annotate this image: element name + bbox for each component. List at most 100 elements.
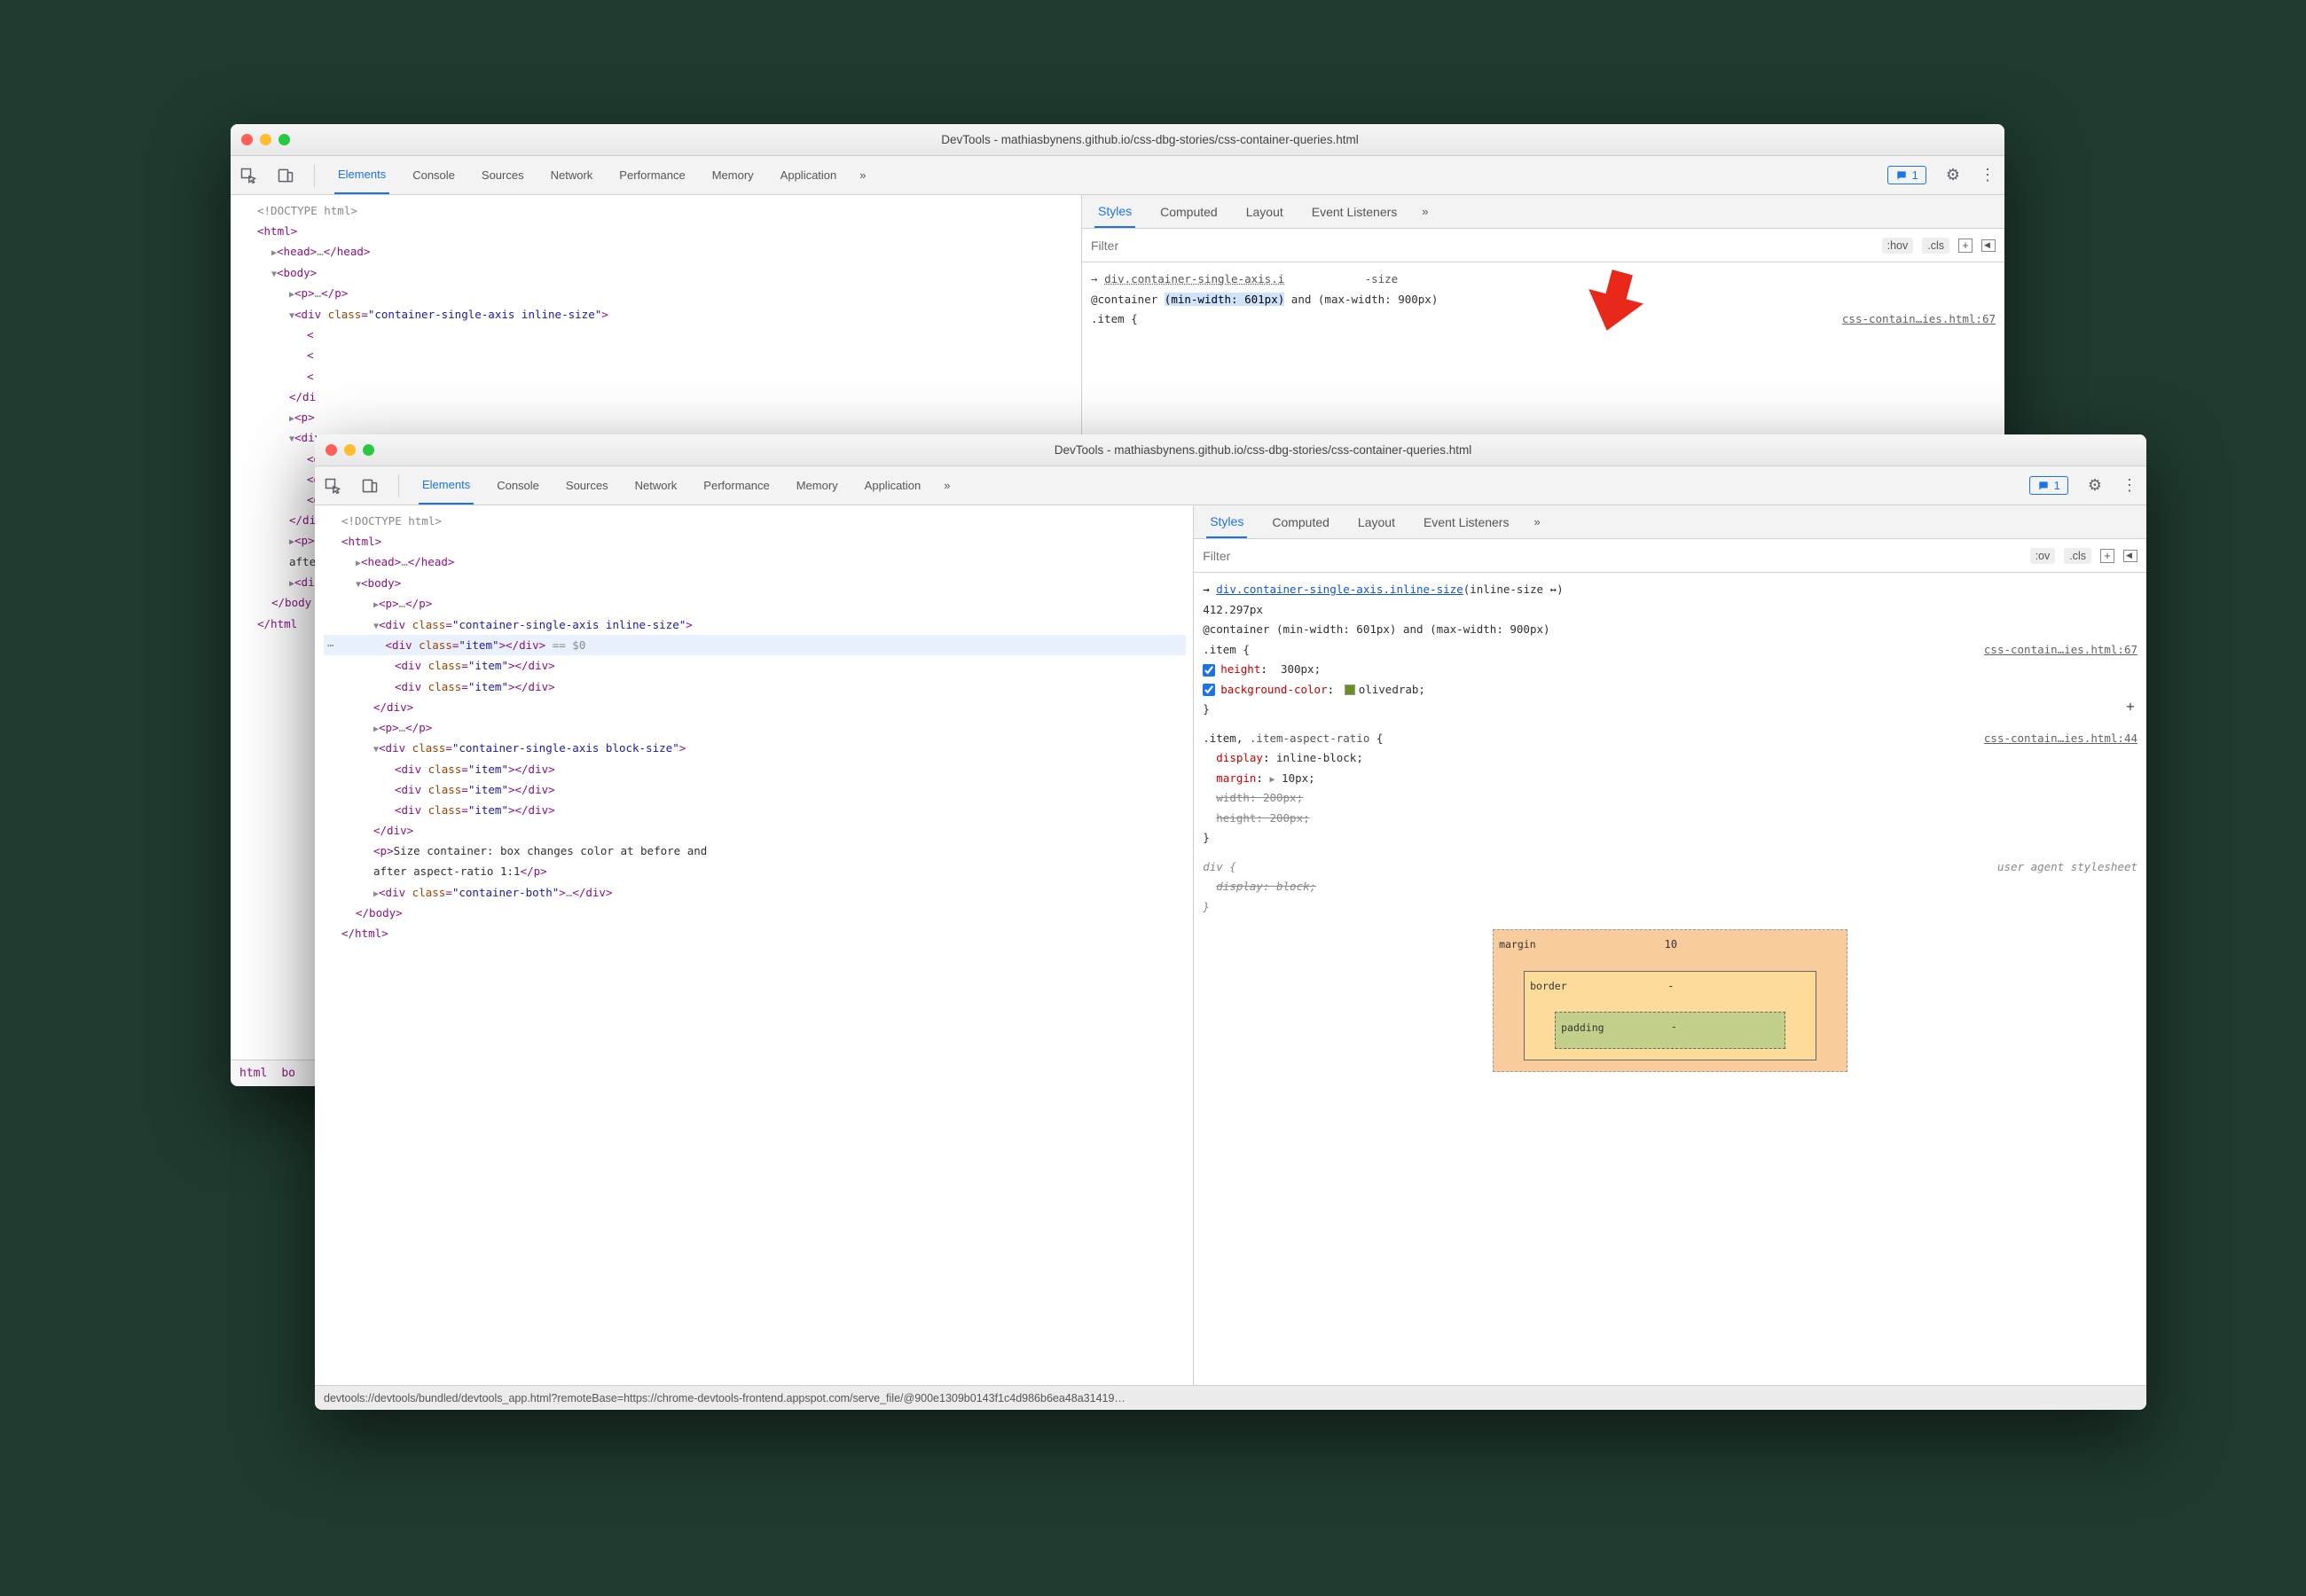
tab-application[interactable]: Application (777, 156, 841, 194)
subtab-computed[interactable]: Computed (1268, 505, 1333, 538)
traffic-lights (326, 444, 374, 456)
subtabs-overflow-icon[interactable]: » (1422, 205, 1428, 218)
prop-background-color[interactable]: background-color: olivedrab; (1203, 680, 2137, 700)
new-rule-icon[interactable]: + (2100, 549, 2114, 563)
subtab-styles[interactable]: Styles (1094, 195, 1135, 228)
issues-badge[interactable]: 1 (1887, 166, 1926, 184)
hov-button[interactable]: :hov (1882, 238, 1914, 254)
container-query: @container (min-width: 601px) and (max-w… (1203, 620, 2137, 640)
devtools-window-front: DevTools - mathiasbynens.github.io/css-d… (315, 434, 2146, 1410)
breadcrumb-body[interactable]: bo (281, 1067, 295, 1080)
minimize-icon[interactable] (260, 134, 271, 145)
breadcrumb-html[interactable]: html (239, 1067, 267, 1080)
device-icon[interactable] (361, 477, 379, 495)
subtabs-overflow-icon[interactable]: » (1533, 515, 1540, 528)
minimize-icon[interactable] (344, 444, 356, 456)
inspect-icon[interactable] (239, 167, 257, 184)
gear-icon[interactable]: ⚙ (1946, 166, 1960, 184)
gear-icon[interactable]: ⚙ (2088, 476, 2102, 495)
head-tag[interactable]: <head> (361, 555, 401, 568)
subtab-layout[interactable]: Layout (1243, 195, 1287, 228)
box-padding-label: padding (1561, 1019, 1604, 1037)
tab-sources[interactable]: Sources (562, 466, 612, 505)
body-tag[interactable]: <body> (277, 266, 317, 279)
dom-tree[interactable]: <!DOCTYPE html> <html> ▶<head>…</head> ▼… (315, 505, 1193, 1385)
styles-rules[interactable]: → div.container-single-axis.inline-size(… (1194, 573, 2146, 1385)
box-padding-top: - (1671, 1018, 1677, 1037)
tab-sources[interactable]: Sources (478, 156, 528, 194)
tab-memory[interactable]: Memory (709, 156, 757, 194)
box-border-label: border (1530, 977, 1567, 996)
ua-prop-display: display: block; (1203, 877, 2137, 897)
html-tag[interactable]: <html> (257, 224, 297, 238)
prop-toggle[interactable] (1203, 684, 1215, 696)
subtab-event-listeners[interactable]: Event Listeners (1308, 195, 1401, 228)
styles-subtabs: Styles Computed Layout Event Listeners » (1082, 195, 2004, 229)
prop-width[interactable]: width: 200px; (1203, 788, 2137, 809)
head-tag[interactable]: <head> (277, 245, 317, 258)
p-tag[interactable]: <p> (379, 597, 399, 610)
kebab-icon[interactable]: ⋮ (2122, 476, 2137, 495)
filter-input[interactable] (1091, 239, 1873, 253)
rule-close: } (1203, 700, 1210, 720)
tab-network[interactable]: Network (547, 156, 597, 194)
tab-elements[interactable]: Elements (419, 466, 474, 505)
kebab-icon[interactable]: ⋮ (1980, 166, 1996, 184)
close-icon[interactable] (326, 444, 337, 456)
filter-input[interactable] (1203, 549, 2020, 563)
close-icon[interactable] (241, 134, 253, 145)
issues-count: 1 (1912, 168, 1918, 182)
inspect-icon[interactable] (324, 477, 341, 495)
add-prop-icon[interactable]: + (2123, 700, 2137, 714)
hov-button[interactable]: :ov (2030, 548, 2056, 564)
titlebar[interactable]: DevTools - mathiasbynens.github.io/css-d… (315, 434, 2146, 466)
tab-performance[interactable]: Performance (616, 156, 688, 194)
source-link[interactable]: css-contain…ies.html:44 (1984, 729, 2137, 749)
styles-filterbar: :hov .cls + (1082, 229, 2004, 262)
prop-margin[interactable]: margin: ▶ 10px; (1203, 769, 2137, 789)
source-link[interactable]: css-contain…ies.html:67 (1984, 640, 2137, 661)
selector-item: .item { (1091, 309, 1138, 330)
styles-pane: Styles Computed Layout Event Listeners »… (1194, 505, 2146, 1385)
cls-button[interactable]: .cls (2064, 548, 2091, 564)
status-url: devtools://devtools/bundled/devtools_app… (324, 1392, 1126, 1404)
issues-badge[interactable]: 1 (2029, 476, 2068, 495)
body-tag[interactable]: <body> (361, 576, 401, 590)
tab-elements[interactable]: Elements (334, 156, 389, 194)
tab-memory[interactable]: Memory (793, 466, 842, 505)
new-rule-icon[interactable]: + (1958, 239, 1973, 253)
box-model[interactable]: margin10 border- padding- (1203, 917, 2137, 1072)
maximize-icon[interactable] (363, 444, 374, 456)
subtab-event-listeners[interactable]: Event Listeners (1420, 505, 1513, 538)
revert-icon[interactable] (1981, 239, 1996, 252)
subtab-computed[interactable]: Computed (1157, 195, 1221, 228)
source-link[interactable]: css-contain…ies.html:67 (1842, 309, 1996, 330)
revert-icon[interactable] (2123, 550, 2137, 562)
titlebar[interactable]: DevTools - mathiasbynens.github.io/css-d… (231, 124, 2004, 156)
maximize-icon[interactable] (278, 134, 290, 145)
tabs-overflow-icon[interactable]: » (859, 168, 866, 182)
tab-console[interactable]: Console (493, 466, 543, 505)
tab-performance[interactable]: Performance (700, 466, 773, 505)
prop-toggle[interactable] (1203, 664, 1215, 677)
tab-application[interactable]: Application (861, 466, 925, 505)
cls-button[interactable]: .cls (1922, 238, 1949, 254)
tab-console[interactable]: Console (409, 156, 459, 194)
tab-network[interactable]: Network (631, 466, 681, 505)
tabs-overflow-icon[interactable]: » (944, 479, 950, 492)
html-tag[interactable]: <html> (341, 535, 381, 548)
doctype: <!DOCTYPE html> (341, 514, 442, 528)
device-icon[interactable] (277, 167, 294, 184)
selected-node[interactable]: ⋯<div class="item"></div> == $0 (324, 635, 1186, 655)
selector-item: .item { (1203, 640, 1250, 661)
issues-count: 1 (2054, 479, 2060, 492)
subtab-layout[interactable]: Layout (1354, 505, 1399, 538)
color-swatch-icon[interactable] (1345, 685, 1355, 695)
selector-chain[interactable]: → div.container-single-axis.inline-size(… (1203, 580, 2137, 600)
prop-height[interactable]: height: 300px; (1203, 660, 2137, 680)
subtab-styles[interactable]: Styles (1206, 505, 1247, 538)
p-tag[interactable]: <p> (294, 286, 315, 300)
prop-height-2[interactable]: height: 200px; (1203, 809, 2137, 829)
prop-display[interactable]: display: inline-block; (1203, 748, 2137, 769)
main-toolbar: Elements Console Sources Network Perform… (315, 466, 2146, 505)
